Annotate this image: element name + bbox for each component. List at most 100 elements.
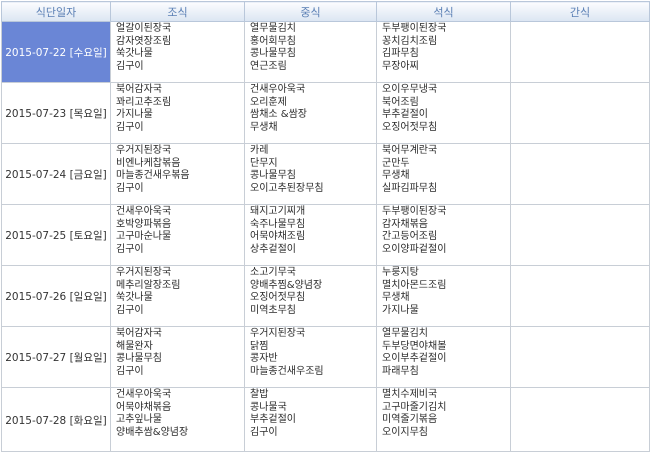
menu-item: 김구이 <box>116 365 144 377</box>
menu-item: 오이고추된장무침 <box>250 182 324 194</box>
menu-item: 김구이 <box>250 426 278 438</box>
table-row[interactable]: 2015-07-23 [목요일] 북어감자국 꽈리고추조림 가지나물 김구이 건새우아욱국… <box>1 82 650 144</box>
date-cell[interactable]: 2015-07-28 [화요일] <box>1 387 111 452</box>
menu-item: 오이우무냉국 <box>382 84 438 95</box>
menu-item: 연근조림 <box>250 60 287 72</box>
menu-item: 가지나물 <box>116 109 153 121</box>
lunch-cell: 돼지고기찌개 숙주나물무침 어묵야채조림 상추겉절이 <box>244 204 377 266</box>
menu-item: 꽁치김치조림 <box>382 35 438 47</box>
lunch-cell: 찰밥 콩나물국 부추겉절이 김구이 <box>244 387 377 452</box>
date-cell[interactable]: 2015-07-25 [토요일] <box>1 204 111 266</box>
menu-item: 단무지 <box>250 157 278 169</box>
menu-item: 마늘종건새우조림 <box>250 365 324 377</box>
menu-item: 숙주나물무침 <box>250 218 306 230</box>
menu-item: 쌈채소 &쌈장 <box>250 109 307 121</box>
dinner-cell: 누룽지탕 멸치아몬드조림 무생채 가지나물 <box>376 265 511 327</box>
header-lunch: 중식 <box>244 1 377 22</box>
menu-item: 북어조림 <box>382 96 419 108</box>
menu-item: 간고등어조림 <box>382 231 438 243</box>
menu-item: 김구이 <box>116 243 144 255</box>
menu-item: 닭찜 <box>250 340 269 352</box>
breakfast-cell: 우거지된장국 비엔나케찹볶음 마늘종건새우볶음 김구이 <box>110 143 245 205</box>
menu-item: 김파무침 <box>382 48 419 60</box>
snack-cell <box>510 21 650 83</box>
menu-item: 해물완자 <box>116 340 153 352</box>
menu-item: 오이양파겉절이 <box>382 243 447 255</box>
menu-item: 북어무계란국 <box>382 145 438 156</box>
menu-item: 무생채 <box>382 292 410 304</box>
snack-cell <box>510 82 650 144</box>
lunch-cell: 우거지된장국 닭찜 콩자반 마늘종건새우조림 <box>244 326 377 388</box>
menu-item: 군만두 <box>382 157 410 169</box>
dinner-cell: 두부팽이된장국 감자채볶음 간고등어조림 오이양파겉절이 <box>376 204 511 266</box>
menu-item: 고구마줄기김치 <box>382 401 447 413</box>
breakfast-cell: 건새우아욱국 어묵야채볶음 고추잎나물 양배추쌈&양념장 <box>110 387 245 452</box>
breakfast-cell: 얼갈이된장국 감자엿장조림 쑥갓나물 김구이 <box>110 21 245 83</box>
menu-item: 북어감자국 <box>116 84 162 95</box>
menu-item: 어묵야채조림 <box>250 231 306 243</box>
snack-cell <box>510 204 650 266</box>
menu-item: 오리훈제 <box>250 96 287 108</box>
menu-item: 미역초무침 <box>250 304 296 316</box>
menu-item: 콩나물무침 <box>116 353 162 365</box>
menu-item: 콩나물무침 <box>250 48 296 60</box>
table-row[interactable]: 2015-07-25 [토요일] 건새우아욱국 호박양파볶음 고구마순나물 김구이 돼지고… <box>1 204 650 266</box>
table-row[interactable]: 2015-07-26 [일요일] 우거지된장국 메추리알장조림 쑥갓나물 김구이 소고기무… <box>1 265 650 327</box>
breakfast-cell: 건새우아욱국 호박양파볶음 고구마순나물 김구이 <box>110 204 245 266</box>
snack-cell <box>510 326 650 388</box>
menu-item: 오이지무침 <box>382 426 428 438</box>
menu-item: 감자엿장조림 <box>116 35 172 47</box>
header-breakfast: 조식 <box>110 1 245 22</box>
dinner-cell: 북어무계란국 군만두 무생채 실파김파무침 <box>376 143 511 205</box>
table-row[interactable]: 2015-07-22 [수요일] 얼갈이된장국 감자엿장조림 쑥갓나물 김구이 열무물김치… <box>1 21 650 83</box>
menu-item: 양배추찜&양념장 <box>250 279 323 291</box>
menu-item: 두부당면야채볼 <box>382 340 447 352</box>
table-header-row: 식단일자 조식 중식 석식 간식 <box>1 1 650 22</box>
menu-item: 홍어회무침 <box>250 35 296 47</box>
menu-item: 우거지된장국 <box>250 328 306 339</box>
menu-item: 상추겉절이 <box>250 243 296 255</box>
menu-item: 무장아찌 <box>382 60 419 72</box>
table-row[interactable]: 2015-07-27 [월요일] 북어감자국 해물완자 콩나물무침 김구이 우거지된장국 닭… <box>1 326 650 388</box>
date-cell[interactable]: 2015-07-23 [목요일] <box>1 82 111 144</box>
date-cell[interactable]: 2015-07-24 [금요일] <box>1 143 111 205</box>
date-cell[interactable]: 2015-07-22 [수요일] <box>1 21 111 83</box>
menu-item: 두부팽이된장국 <box>382 23 447 34</box>
dinner-cell: 두부팽이된장국 꽁치김치조림 김파무침 무장아찌 <box>376 21 511 83</box>
menu-item: 북어감자국 <box>116 328 162 339</box>
meal-table: 식단일자 조식 중식 석식 간식 2015-07-22 [수요일] 얼갈이된장국 감… <box>1 1 650 452</box>
date-cell[interactable]: 2015-07-26 [일요일] <box>1 265 111 327</box>
menu-item: 카레 <box>250 145 269 156</box>
dinner-cell: 오이우무냉국 북어조림 부추겉절이 오징어젓무침 <box>376 82 511 144</box>
breakfast-cell: 북어감자국 꽈리고추조림 가지나물 김구이 <box>110 82 245 144</box>
menu-item: 김구이 <box>116 182 144 194</box>
menu-item: 건새우아욱국 <box>116 389 172 400</box>
header-dinner: 석식 <box>376 1 511 22</box>
menu-item: 비엔나케찹볶음 <box>116 157 181 169</box>
menu-item: 콩나물무침 <box>250 170 296 182</box>
menu-item: 마늘종건새우볶음 <box>116 170 190 182</box>
date-cell[interactable]: 2015-07-27 [월요일] <box>1 326 111 388</box>
menu-item: 쑥갓나물 <box>116 292 153 304</box>
menu-item: 부추겉절이 <box>382 109 428 121</box>
table-row[interactable]: 2015-07-28 [화요일] 건새우아욱국 어묵야채볶음 고추잎나물 양배추쌈&양념… <box>1 387 650 452</box>
snack-cell <box>510 143 650 205</box>
menu-item: 오징어젓무침 <box>250 292 306 304</box>
menu-item: 무생채 <box>250 121 278 133</box>
menu-item: 김구이 <box>116 60 144 72</box>
header-snack: 간식 <box>510 1 650 22</box>
menu-item: 미역줄기볶음 <box>382 414 438 426</box>
menu-item: 고구마순나물 <box>116 231 172 243</box>
menu-item: 오이부추겉절이 <box>382 353 447 365</box>
menu-item: 돼지고기찌개 <box>250 206 306 217</box>
menu-item: 콩자반 <box>250 353 278 365</box>
menu-item: 멸치아몬드조림 <box>382 279 447 291</box>
lunch-cell: 건새우아욱국 오리훈제 쌈채소 &쌈장 무생채 <box>244 82 377 144</box>
table-row[interactable]: 2015-07-24 [금요일] 우거지된장국 비엔나케찹볶음 마늘종건새우볶음 김구이… <box>1 143 650 205</box>
menu-item: 어묵야채볶음 <box>116 401 172 413</box>
breakfast-cell: 북어감자국 해물완자 콩나물무침 김구이 <box>110 326 245 388</box>
menu-item: 실파김파무침 <box>382 182 438 194</box>
menu-item: 얼갈이된장국 <box>116 23 172 34</box>
meal-table-body: 2015-07-22 [수요일] 얼갈이된장국 감자엿장조림 쑥갓나물 김구이 열무물김치… <box>1 21 650 452</box>
menu-item: 우거지된장국 <box>116 145 172 156</box>
